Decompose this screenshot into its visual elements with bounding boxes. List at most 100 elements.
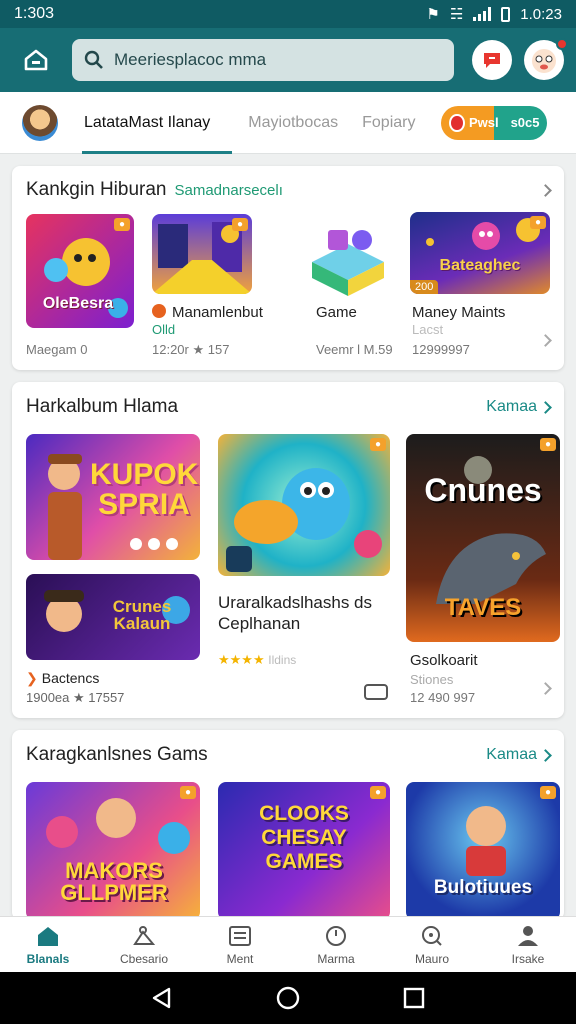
- game-tile[interactable]: ●: [152, 214, 252, 294]
- game-tile[interactable]: ● Bateaghec 200: [410, 212, 550, 294]
- section-more-button[interactable]: Kamaa: [486, 398, 552, 416]
- pill-left-label: Pwsl: [468, 115, 499, 130]
- more-label: Kamaa: [486, 746, 537, 763]
- status-bar: 1:303 ⚑ ☵ 1.0:23: [0, 0, 576, 28]
- game-tile[interactable]: KUPOK SPRIA: [26, 434, 200, 560]
- home-icon: [24, 49, 48, 71]
- section-title: Kankgin Hiburan: [26, 179, 167, 200]
- tab-categories[interactable]: Mayiotbocas: [236, 92, 350, 154]
- tile-meta: 12:20r ★ 157: [152, 342, 230, 357]
- coins-pill[interactable]: Pwsl s0c5: [441, 105, 548, 140]
- tile-meta: 1900ea ★ 17557: [26, 690, 125, 705]
- user-avatar[interactable]: [22, 104, 58, 141]
- row-next-button[interactable]: [539, 682, 552, 695]
- badge: ●: [231, 218, 248, 231]
- tile-title: Manamlenbut: [152, 304, 263, 321]
- controller-icon: [364, 684, 388, 700]
- game-art-title: MAKORS GLLPMER: [60, 858, 168, 905]
- chat-button[interactable]: [472, 40, 512, 80]
- game-art-title: Crunes Kalaun: [112, 597, 172, 633]
- tile-title: ❯ Bactencs: [26, 670, 99, 687]
- chevron-right-icon: [539, 748, 552, 762]
- row-next-button[interactable]: [539, 334, 552, 347]
- status-time: 1:303: [14, 5, 55, 22]
- tile-meta: 12999997: [412, 342, 470, 357]
- badge: ●: [179, 786, 196, 799]
- search-input[interactable]: Meeriesplacoc mma: [114, 50, 266, 70]
- nav-profile[interactable]: Irsake: [480, 917, 576, 972]
- tile-meta: Maegam 0: [26, 342, 88, 357]
- tile-subtitle: Olld: [152, 322, 176, 337]
- section-title: Karagkanlsnes Gams: [26, 744, 208, 765]
- nav-games[interactable]: Cbesario: [96, 917, 192, 972]
- tile-icon: ❯: [26, 670, 38, 686]
- home-circle-icon[interactable]: [276, 986, 300, 1010]
- game-art-title: Cnunes: [424, 472, 542, 508]
- game-art-title: KUPOK SPRIA: [90, 458, 199, 521]
- nav-history[interactable]: Marma: [288, 917, 384, 972]
- tile-title: Maney Maints: [412, 304, 506, 321]
- clock-icon: [326, 925, 346, 946]
- chevron-right-icon: [539, 334, 552, 347]
- back-icon[interactable]: [151, 986, 173, 1010]
- nav-menu[interactable]: Ment: [192, 917, 288, 972]
- nav-label: Cbesario: [119, 951, 169, 966]
- game-tile[interactable]: ●: [218, 434, 390, 576]
- game-tile[interactable]: ● MAKORS GLLPMER: [26, 782, 200, 920]
- app-header: Meeriesplacoc mma: [0, 28, 576, 92]
- wifi-icon: ☵: [449, 6, 464, 23]
- game-tile[interactable]: ● Cnunes TAVES: [406, 434, 560, 642]
- section-more-button[interactable]: [539, 183, 552, 197]
- signal-icon: [473, 7, 492, 21]
- badge: ●: [369, 786, 386, 799]
- joystick-icon: [133, 925, 156, 945]
- tile-meta: 12 490 997: [410, 690, 476, 705]
- tile-badge: 200: [410, 280, 439, 294]
- game-tile[interactable]: Crunes Kalaun: [26, 574, 200, 660]
- badge: ●: [369, 438, 386, 451]
- tab-featured[interactable]: LatataMast Ilanay: [72, 92, 233, 154]
- tile-subtitle: Stiones: [410, 672, 454, 687]
- badge: ●: [539, 438, 556, 451]
- section-entertainment: Kankgin Hiburan Samadnarsecelı ● OleBesr…: [12, 166, 564, 370]
- game-tile[interactable]: ● CLOOKS CHESAY GAMES: [218, 782, 390, 920]
- pill-right-label: s0c5: [510, 115, 540, 130]
- nav-label: Blanals: [26, 951, 70, 966]
- character-art-icon: [466, 806, 506, 876]
- tile-title: Uraralkadslhashs ds Ceplhanan: [218, 593, 373, 634]
- home-button[interactable]: [0, 28, 72, 92]
- tab-popular[interactable]: Fopiary: [350, 92, 427, 154]
- home-icon: [38, 926, 58, 946]
- section-title: Harkalbum Hlama: [26, 396, 179, 417]
- tile-title: Game: [316, 304, 357, 321]
- badge: ●: [529, 216, 546, 229]
- section-recommended: Karagkanlsnes Gams Kamaa ● MAKORS GLLPME…: [12, 730, 564, 920]
- chat-icon: [484, 53, 500, 68]
- game-tile[interactable]: ● OleBesra: [26, 214, 134, 328]
- game-tile[interactable]: [306, 222, 390, 298]
- profile-avatar[interactable]: [524, 38, 568, 80]
- bottom-navigation: Blanals Cbesario Ment Marma Mauro Irsake: [0, 916, 576, 972]
- battery-icon: [501, 6, 511, 22]
- search-bar[interactable]: Meeriesplacoc mma: [72, 39, 454, 81]
- nav-home[interactable]: Blanals: [0, 917, 96, 972]
- avatar-icon: [532, 49, 556, 73]
- badge: ●: [113, 218, 130, 231]
- recents-icon[interactable]: [403, 987, 425, 1009]
- notification-icon: ⚑: [426, 6, 440, 23]
- game-art-title: CLOOKS CHESAY GAMES: [259, 802, 349, 874]
- tab-bar: LatataMast Ilanay Mayiotbocas Fopiary Pw…: [0, 92, 576, 154]
- game-mascot-icon: [226, 468, 382, 572]
- person-icon: [518, 925, 538, 946]
- chevron-right-icon: [539, 183, 552, 197]
- badge: ●: [539, 786, 556, 799]
- search-icon: [84, 50, 103, 69]
- nav-search[interactable]: Mauro: [384, 917, 480, 972]
- game-tile[interactable]: ● Bulotiuues: [406, 782, 560, 920]
- section-more-button[interactable]: Kamaa: [486, 746, 552, 764]
- game-art-title: OleBesra: [42, 295, 114, 312]
- tile-title-text: Bactencs: [41, 670, 100, 686]
- more-label: Kamaa: [486, 398, 537, 415]
- tile-title: Gsolkoarit: [410, 652, 478, 669]
- game-art-title: Bulotiuues: [433, 877, 533, 898]
